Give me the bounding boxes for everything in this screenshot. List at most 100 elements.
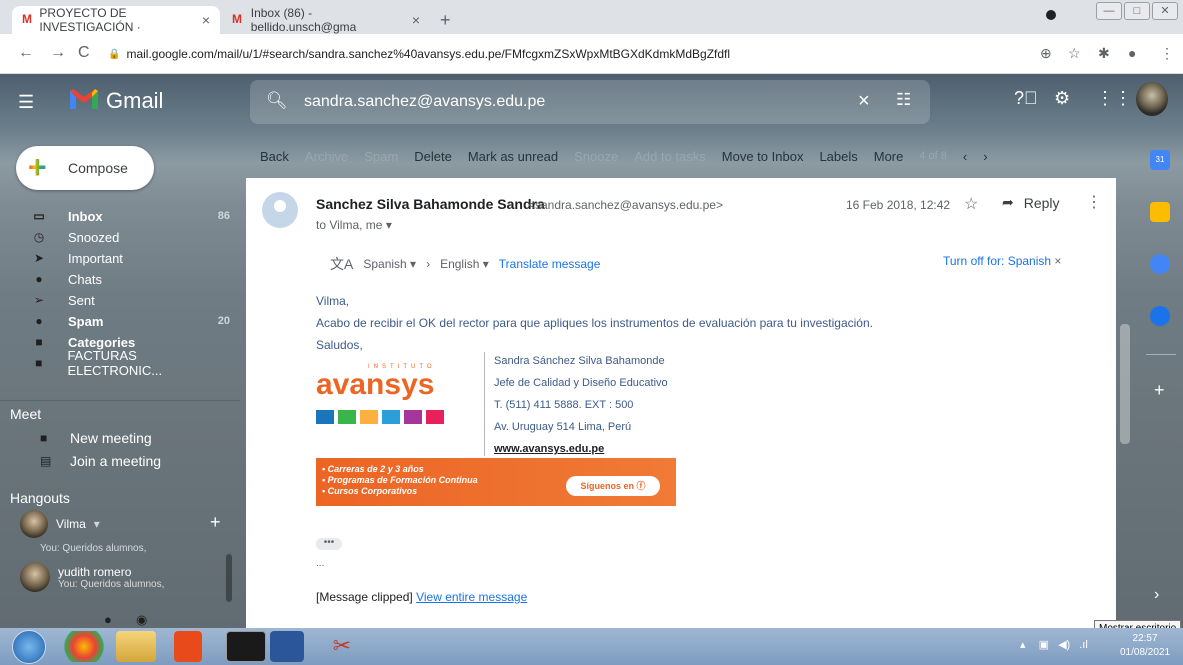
sidebar-item-snoozed[interactable]: ◷ Snoozed: [30, 227, 230, 247]
volume-icon[interactable]: ◀): [1058, 639, 1070, 651]
settings-gear-icon[interactable]: ⚙: [1054, 88, 1070, 109]
hangouts-chat-icon[interactable]: ◉: [136, 612, 147, 628]
extensions-icon[interactable]: ✱: [1098, 45, 1110, 62]
minimize-button[interactable]: —: [1096, 2, 1122, 20]
calendar-icon[interactable]: 31: [1150, 150, 1170, 170]
url-field[interactable]: 🔒 mail.google.com/mail/u/1/#search/sandr…: [108, 39, 1108, 69]
translate-icon: 文A: [330, 256, 354, 272]
sidebar-item-spam[interactable]: ● Spam 20: [30, 311, 230, 331]
target-language-select[interactable]: English ▾: [440, 257, 489, 271]
back-button[interactable]: Back: [260, 149, 289, 164]
close-icon[interactable]: ×: [1054, 254, 1061, 268]
hangouts-current-user[interactable]: Vilma ▾: [20, 510, 100, 538]
email-scrollbar[interactable]: [1120, 324, 1130, 444]
archive-button[interactable]: Archive: [305, 149, 348, 164]
close-tab-icon[interactable]: ×: [202, 12, 210, 28]
close-tab-icon[interactable]: ×: [412, 12, 420, 28]
menu-dots-icon[interactable]: ⋮: [1160, 45, 1174, 62]
next-page-icon[interactable]: ›: [983, 149, 987, 164]
start-button[interactable]: [12, 630, 46, 664]
show-side-panel-icon[interactable]: ›: [1154, 586, 1159, 604]
chevron-right-icon: ›: [426, 257, 431, 271]
add-to-tasks-button[interactable]: Add to tasks: [634, 149, 706, 164]
sidebar-item-inbox[interactable]: ▭ Inbox 86: [30, 206, 230, 226]
hangouts-scrollbar[interactable]: [226, 554, 232, 602]
turn-off-translate[interactable]: Turn off for: Spanish ×: [943, 254, 1061, 268]
account-avatar[interactable]: [1136, 82, 1168, 116]
show-hidden-icons-icon[interactable]: ▴: [1020, 639, 1026, 651]
command-prompt-icon[interactable]: [226, 631, 266, 662]
word-icon[interactable]: [270, 631, 304, 662]
contacts-person-icon[interactable]: ●: [104, 612, 112, 627]
back-icon[interactable]: ←: [18, 44, 34, 62]
mark-unread-button[interactable]: Mark as unread: [468, 149, 558, 164]
browser-tab-active[interactable]: PROYECTO DE INVESTIGACIÓN · ×: [12, 6, 220, 34]
logo-tile-icon: [382, 410, 400, 424]
view-entire-message-link[interactable]: View entire message: [416, 590, 527, 604]
tasks-icon[interactable]: [1150, 254, 1170, 274]
apps-grid-icon[interactable]: ⋮⋮: [1096, 88, 1132, 109]
zoom-icon[interactable]: ⊕: [1040, 45, 1052, 62]
prev-page-icon[interactable]: ‹: [963, 149, 967, 164]
search-bar[interactable]: 🔍︎ × ☷: [250, 80, 930, 124]
sidebar-item-chats[interactable]: ● Chats: [30, 269, 230, 289]
translate-message-link[interactable]: Translate message: [499, 257, 601, 271]
profile-dot-icon[interactable]: [1046, 10, 1056, 20]
more-options-icon[interactable]: ⋮: [1086, 192, 1102, 212]
maximize-button[interactable]: □: [1124, 2, 1150, 20]
contacts-icon[interactable]: [1150, 306, 1170, 326]
spam-button[interactable]: Spam: [364, 149, 398, 164]
hangouts-contact[interactable]: yudith romero You: Queridos alumnos,: [20, 562, 164, 592]
follow-us-button[interactable]: Síguenos en ⓕ: [566, 476, 660, 496]
signature-banner[interactable]: • Carreras de 2 y 3 años • Programas de …: [316, 458, 676, 506]
delete-button[interactable]: Delete: [414, 149, 452, 164]
search-input[interactable]: [304, 90, 844, 114]
labels-button[interactable]: Labels: [819, 149, 857, 164]
send-icon: ➢: [33, 293, 45, 307]
bookmark-star-icon[interactable]: ☆: [1068, 45, 1081, 62]
unread-count: 20: [217, 315, 230, 327]
show-trimmed-content-button[interactable]: •••: [316, 538, 342, 550]
sidebar-item-facturas[interactable]: ■ FACTURAS ELECTRONIC...: [30, 348, 230, 378]
compose-button[interactable]: + Compose: [16, 146, 154, 190]
signature-website-link[interactable]: www.avansys.edu.pe: [494, 438, 668, 460]
source-language-select[interactable]: Spanish ▾: [363, 257, 416, 271]
search-icon[interactable]: 🔍︎: [266, 91, 288, 111]
forward-icon[interactable]: →: [50, 44, 66, 62]
logo-tile-icon: [426, 410, 444, 424]
sidebar-item-sent[interactable]: ➢ Sent: [30, 290, 230, 310]
star-icon[interactable]: ☆: [964, 194, 978, 214]
sidebar-item-important[interactable]: ➤ Important: [30, 248, 230, 268]
compose-plus-icon: +: [28, 149, 47, 185]
sender-name[interactable]: Sanchez Silva Bahamonde Sandra: [316, 196, 545, 212]
browser-tab-inbox[interactable]: Inbox (86) - bellido.unsch@gma ×: [222, 6, 430, 34]
system-tray: ▴ ▣ ◀) .ıl: [1020, 638, 1088, 651]
snooze-button[interactable]: Snooze: [574, 149, 618, 164]
chevron-down-icon[interactable]: ▾: [386, 218, 392, 232]
office-icon[interactable]: [174, 631, 202, 662]
new-meeting-button[interactable]: ■ New meeting: [40, 428, 152, 448]
account-icon[interactable]: ●: [1128, 45, 1136, 61]
move-to-inbox-button[interactable]: Move to Inbox: [722, 149, 804, 164]
keep-icon[interactable]: [1150, 202, 1170, 222]
reload-icon[interactable]: C: [78, 44, 90, 62]
join-meeting-button[interactable]: ▤ Join a meeting: [40, 451, 161, 471]
close-window-button[interactable]: ✕: [1152, 2, 1178, 20]
network-icon[interactable]: ▣: [1039, 639, 1049, 651]
new-tab-button[interactable]: +: [440, 10, 451, 31]
reply-button[interactable]: ➦ Reply: [1002, 194, 1060, 211]
system-clock[interactable]: 22:57 01/08/2021: [1120, 632, 1170, 660]
snipping-tool-icon[interactable]: ✂: [322, 631, 362, 662]
recipients-line[interactable]: to Vilma, me ▾: [316, 218, 392, 232]
main-menu-icon[interactable]: ☰: [18, 92, 34, 113]
help-icon[interactable]: ?⃝: [1014, 88, 1038, 109]
signal-icon[interactable]: .ıl: [1079, 639, 1088, 651]
get-addons-icon[interactable]: +: [1154, 380, 1165, 401]
search-options-icon[interactable]: ☷: [896, 90, 911, 110]
turn-off-label[interactable]: Turn off for: Spanish: [943, 254, 1051, 268]
chrome-taskbar-icon[interactable]: [64, 631, 104, 662]
new-conversation-icon[interactable]: +: [210, 512, 221, 533]
file-explorer-icon[interactable]: [116, 631, 156, 662]
clear-search-icon[interactable]: ×: [858, 90, 870, 113]
more-button[interactable]: More: [874, 149, 904, 164]
